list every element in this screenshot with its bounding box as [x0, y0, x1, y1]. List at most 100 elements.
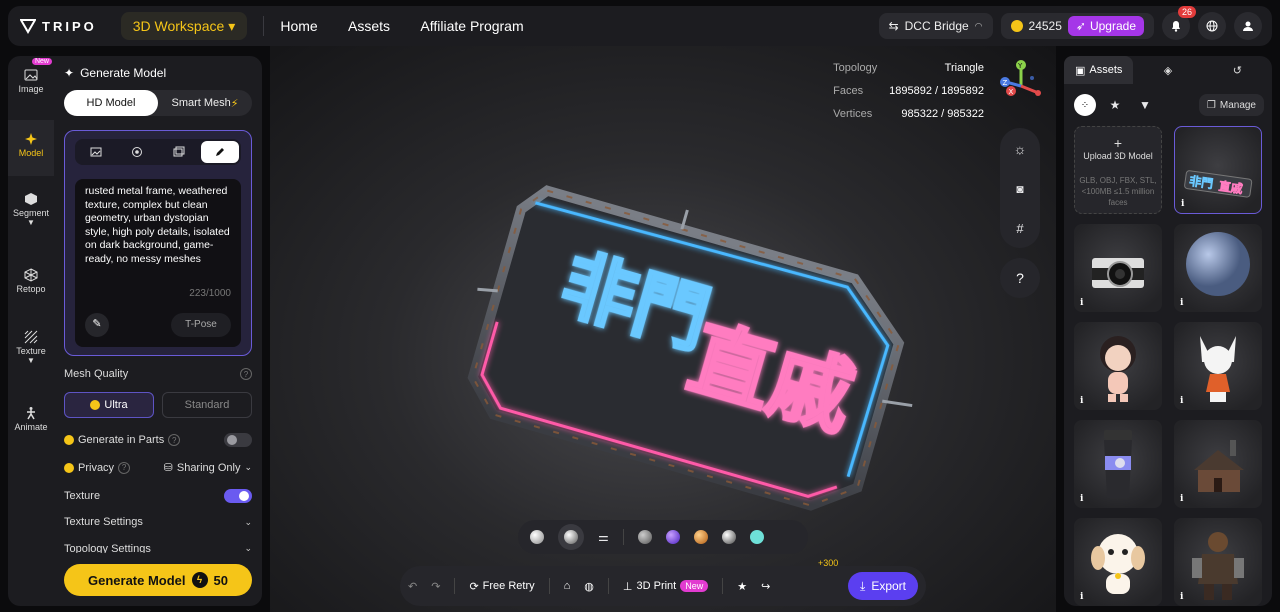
help-icon[interactable]: ? — [118, 461, 131, 474]
coin-icon — [64, 462, 74, 473]
asset-tile-fox[interactable]: i — [1174, 322, 1262, 410]
3d-print-label: 3D Print — [636, 580, 677, 592]
asset-tile-house[interactable]: i — [1174, 420, 1262, 508]
camera-icon[interactable]: ◙ — [1016, 182, 1023, 196]
asset-tile-camera[interactable]: i — [1074, 224, 1162, 312]
text-input-tab[interactable] — [201, 141, 240, 163]
filter-favorites-button[interactable]: ★ — [1104, 94, 1126, 116]
asset-tile-warrior[interactable]: i — [1174, 518, 1262, 606]
free-retry-button[interactable]: ⟳ Free Retry — [469, 580, 534, 593]
export-button[interactable]: ⤓ Export — [848, 572, 918, 600]
asset-tile-cup[interactable]: i — [1074, 420, 1162, 508]
redo-icon[interactable]: ↷ — [431, 580, 440, 593]
rail-label: Image — [18, 84, 44, 94]
quality-ultra-button[interactable]: Ultra — [64, 392, 154, 418]
free-retry-label: Free Retry — [482, 580, 535, 592]
rail-item-image[interactable]: New Image — [8, 56, 54, 112]
rail-item-retopo[interactable]: Retopo — [8, 266, 54, 306]
multiview-input-tab[interactable] — [118, 141, 156, 163]
dcc-bridge-button[interactable]: ⇆ DCC Bridge ◠ — [878, 13, 993, 39]
material-gray[interactable] — [637, 530, 652, 544]
quality-standard-button[interactable]: Standard — [162, 392, 252, 418]
credits-display[interactable]: 24525 ➶ Upgrade — [1000, 13, 1154, 39]
axis-gizmo[interactable]: Y Z X — [996, 58, 1046, 108]
profile-button[interactable] — [1234, 12, 1262, 40]
rail-item-model[interactable]: Model — [8, 120, 54, 176]
gift-icon[interactable]: ⌂ — [564, 580, 571, 592]
chevron-down-icon: ⌄ — [244, 543, 252, 553]
sliders-icon[interactable]: ⚌ — [598, 530, 609, 544]
manage-button[interactable]: ❐ Manage — [1198, 94, 1264, 116]
asset-tile-sign[interactable]: 非門 直戚 i — [1174, 126, 1262, 214]
upload-3d-model-tile[interactable]: + Upload 3D Model GLB, OBJ, FBX, STL, <1… — [1074, 126, 1162, 214]
nav-home[interactable]: Home — [280, 18, 317, 34]
info-icon[interactable]: i — [1080, 298, 1083, 308]
tab-assets[interactable]: ▣ Assets — [1064, 56, 1134, 84]
generate-label: Generate Model — [88, 572, 186, 588]
material-chrome[interactable] — [721, 530, 736, 544]
info-icon[interactable]: i — [1080, 592, 1083, 602]
material-teal[interactable] — [749, 530, 764, 544]
bottom-toolbar: ↶ ↷ ⟳ Free Retry ⌂ ◍ ⊥ 3D Print New ★ ↪ … — [400, 558, 926, 606]
info-icon[interactable]: i — [1080, 494, 1083, 504]
generate-model-button[interactable]: Generate Model ϟ 50 — [64, 564, 252, 596]
prompt-textarea[interactable]: rusted metal frame, weathered texture, c… — [75, 179, 241, 347]
notifications-button[interactable]: 26 — [1162, 6, 1196, 40]
image-input-tab[interactable] — [77, 141, 115, 163]
help-icon[interactable]: ? — [168, 434, 181, 446]
rail-item-animate[interactable]: Animate — [8, 404, 54, 444]
share-icon[interactable]: ↪ — [761, 580, 770, 593]
light-icon[interactable]: ☼ — [1014, 141, 1027, 157]
texture-settings-row[interactable]: Texture Settings ⌄ — [64, 516, 252, 528]
asset-tile-girl[interactable]: i — [1074, 322, 1162, 410]
new-badge: New — [31, 58, 52, 65]
undo-icon[interactable]: ↶ — [408, 580, 417, 593]
workspace-dropdown[interactable]: 3D Workspace ▾ — [120, 12, 248, 40]
help-icon[interactable]: ? — [240, 368, 252, 380]
tpose-button[interactable]: T-Pose — [171, 313, 231, 337]
help-button[interactable]: ? — [1000, 258, 1040, 298]
upgrade-label: Upgrade — [1089, 19, 1136, 33]
images-icon — [173, 146, 185, 157]
3d-viewport[interactable]: 非門 直戚 Topology Triangle Faces 1895892 / 18… — [270, 46, 1056, 612]
star-icon[interactable]: ★ — [737, 580, 747, 593]
language-button[interactable] — [1198, 12, 1226, 40]
info-icon[interactable]: i — [1181, 199, 1184, 209]
multi-image-input-tab[interactable] — [160, 141, 198, 163]
topology-settings-row[interactable]: Topology Settings ⌄ — [64, 543, 252, 553]
material-orange[interactable] — [693, 530, 708, 544]
asset-tile-dog[interactable]: i — [1074, 518, 1162, 606]
info-icon[interactable]: i — [1180, 396, 1183, 406]
rail-item-segment[interactable]: Segment ▼ — [8, 190, 54, 246]
material-iridescent[interactable] — [665, 530, 680, 544]
house-thumbnail — [1194, 440, 1244, 492]
planet-icon[interactable]: ◍ — [584, 580, 594, 593]
filter-funnel-button[interactable]: ▼ — [1134, 94, 1156, 116]
tab-history[interactable]: ↺ — [1203, 56, 1272, 84]
info-icon[interactable]: i — [1080, 396, 1083, 406]
tab-hd-model[interactable]: HD Model — [64, 90, 158, 116]
info-icon[interactable]: i — [1180, 494, 1183, 504]
nav-affiliate[interactable]: Affiliate Program — [420, 18, 523, 34]
info-icon[interactable]: i — [1180, 298, 1183, 308]
grid-icon[interactable]: # — [1016, 221, 1023, 236]
rail-item-texture[interactable]: Texture ▼ — [8, 328, 54, 384]
magic-wand-button[interactable]: ✎ — [85, 313, 109, 337]
matcap-white-button[interactable] — [530, 530, 544, 544]
generate-in-parts-toggle[interactable] — [224, 433, 252, 447]
info-icon[interactable]: i — [1180, 592, 1183, 602]
upgrade-button[interactable]: ➶ Upgrade — [1067, 16, 1144, 36]
tab-smart-mesh[interactable]: Smart Mesh ⚡ — [158, 90, 252, 116]
matcap-shaded-button[interactable] — [558, 524, 584, 550]
filter-all-button[interactable]: ⁘ — [1074, 94, 1096, 116]
material-bar: ⚌ — [518, 520, 808, 554]
3d-print-button[interactable]: ⊥ 3D Print New — [623, 580, 709, 593]
tab-layers[interactable]: ◈ — [1133, 56, 1202, 84]
nav-assets[interactable]: Assets — [348, 18, 390, 34]
texture-icon — [24, 330, 38, 344]
texture-toggle[interactable] — [224, 489, 252, 503]
asset-tile-sphere[interactable]: i — [1174, 224, 1262, 312]
panel-title-text: Generate Model — [80, 66, 167, 80]
tripo-logo[interactable]: TRIPO — [20, 18, 97, 34]
privacy-dropdown[interactable]: ⛁ Sharing Only ⌄ — [164, 461, 252, 475]
